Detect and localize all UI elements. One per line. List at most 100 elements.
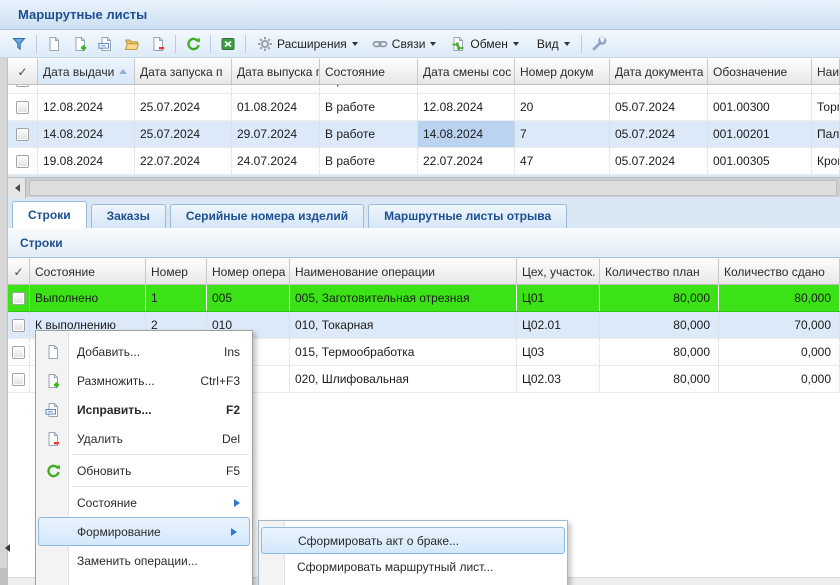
links-menu[interactable]: Связи <box>365 32 444 56</box>
cell: 80,000 <box>600 366 719 392</box>
column-header[interactable]: Номер <box>146 258 207 285</box>
row-checkbox-cell <box>8 366 30 392</box>
column-header[interactable]: Состояние <box>30 258 146 285</box>
row-checkbox-cell <box>8 312 30 338</box>
row-checkbox[interactable] <box>12 319 25 332</box>
cell: 05.07.2024 <box>610 148 708 174</box>
row-checkbox[interactable] <box>12 292 25 305</box>
view-menu[interactable]: Вид <box>526 32 577 56</box>
edit-doc-icon <box>36 402 70 418</box>
column-header-label: Дата запуска п <box>140 65 222 79</box>
duplicate-button[interactable] <box>67 32 93 56</box>
tab-заказы[interactable]: Заказы <box>91 204 166 228</box>
cell: 001.00305 <box>708 148 812 174</box>
scrollbar-thumb[interactable] <box>29 180 837 196</box>
toolbar-separator <box>36 35 37 53</box>
menu-replace-operations[interactable]: Заменить операции... <box>36 546 252 575</box>
cell: 29.07.2024 <box>232 121 320 147</box>
table-row[interactable]: 05.08.202423.07.202424.07.2024В работе05… <box>8 85 840 94</box>
main-toolbar: РасширенияСвязиОбменВид <box>0 30 840 58</box>
column-header[interactable]: Дата смены сос <box>418 58 515 85</box>
row-checkbox[interactable] <box>12 346 25 359</box>
menu-item-label: Исправить... <box>70 403 226 417</box>
column-header[interactable]: Дата выпуска п <box>232 58 320 85</box>
wrench-icon <box>591 36 607 52</box>
toolbar-separator <box>245 35 246 53</box>
gear-icon <box>257 36 273 52</box>
settings-button[interactable] <box>586 32 612 56</box>
open-button[interactable] <box>119 32 145 56</box>
row-checkbox[interactable] <box>16 101 29 114</box>
check-all-icon: ✓ <box>17 65 27 79</box>
row-checkbox[interactable] <box>16 128 29 141</box>
chevron-down-icon <box>430 42 436 49</box>
cell: Пале <box>812 121 840 147</box>
column-header-label: Дата смены сос <box>423 65 511 79</box>
column-header[interactable]: Количество план <box>600 258 719 285</box>
chevron-down-icon <box>352 42 358 49</box>
menu-refresh[interactable]: ОбновитьF5 <box>36 456 252 485</box>
column-header[interactable]: Обозначение <box>708 58 812 85</box>
excel-export-button[interactable] <box>215 32 241 56</box>
column-header[interactable]: Количество сдано <box>719 258 840 285</box>
column-header[interactable]: Дата документа <box>610 58 708 85</box>
column-header-label: Дата выпуска п <box>237 65 320 79</box>
column-header[interactable]: Дата запуска п <box>135 58 232 85</box>
scroll-left-button[interactable] <box>8 178 26 198</box>
row-checkbox[interactable] <box>16 155 29 168</box>
column-header-label: Обозначение <box>713 65 787 79</box>
cell: 9 <box>515 85 610 93</box>
menu-forming[interactable]: Формирование <box>38 517 250 546</box>
column-header[interactable]: Состояние <box>320 58 418 85</box>
column-header[interactable]: Дата выдачи <box>38 58 135 85</box>
column-header[interactable]: Номер опера <box>207 258 290 285</box>
refresh-button[interactable] <box>180 32 206 56</box>
delete-button[interactable] <box>145 32 171 56</box>
cell: 80,000 <box>600 285 719 311</box>
select-all-header[interactable]: ✓ <box>8 58 38 85</box>
menu-add[interactable]: Добавить...Ins <box>36 337 252 366</box>
edit-button[interactable] <box>93 32 119 56</box>
table-row[interactable]: 14.08.202425.07.202429.07.2024В работе14… <box>8 121 840 148</box>
add-button[interactable] <box>41 32 67 56</box>
cell: 24.07.2024 <box>232 85 320 93</box>
table-row[interactable]: Выполнено1005005, Заготовительная отрезн… <box>8 285 840 312</box>
row-checkbox[interactable] <box>16 85 29 87</box>
lines-table-header: ✓СостояниеНомерНомер опера Наименование о… <box>8 258 840 285</box>
submenu-form-defect-act[interactable]: Сформировать акт о браке... <box>261 527 565 554</box>
filter-button[interactable] <box>6 32 32 56</box>
scroll-left-arrow-icon <box>11 184 20 192</box>
horizontal-scrollbar[interactable] <box>8 177 840 197</box>
table-row[interactable]: 12.08.202425.07.202401.08.2024В работе12… <box>8 94 840 121</box>
cell: 24.07.2024 <box>232 148 320 174</box>
exchange-menu[interactable]: Обмен <box>443 32 526 56</box>
cell: Крон <box>812 148 840 174</box>
menu-state[interactable]: Состояние <box>36 488 252 517</box>
tab-label: Строки <box>28 208 71 222</box>
tab-серийные-номера-изделий[interactable]: Серийные номера изделий <box>170 204 364 228</box>
row-checkbox[interactable] <box>12 373 25 386</box>
select-all-header[interactable]: ✓ <box>8 258 30 285</box>
menu-delete[interactable]: УдалитьDel <box>36 424 252 453</box>
column-header[interactable]: Цех, участок. <box>517 258 600 285</box>
tab-маршрутные-листы-отрыва[interactable]: Маршрутные листы отрыва <box>368 204 567 228</box>
menu-edit[interactable]: Исправить...F2 <box>36 395 252 424</box>
delete-doc-icon <box>150 36 166 52</box>
column-header[interactable]: Наим <box>812 58 840 85</box>
left-panel-splitter[interactable] <box>0 58 8 585</box>
extensions-menu[interactable]: Расширения <box>250 32 365 56</box>
filter-icon <box>11 36 27 52</box>
delete-doc-icon <box>36 431 70 447</box>
column-header[interactable]: Номер докум <box>515 58 610 85</box>
refresh-icon <box>185 36 201 52</box>
submenu-form-route-sheet[interactable]: Сформировать маршрутный лист... <box>259 554 567 581</box>
cell: 05.07.2024 <box>610 85 708 93</box>
column-header-label: Наименование операции <box>295 265 435 279</box>
table-row[interactable]: 19.08.202422.07.202424.07.2024В работе22… <box>8 148 840 175</box>
tab-строки[interactable]: Строки <box>12 201 87 228</box>
cell: В работе <box>320 94 418 120</box>
column-header[interactable]: Наименование операции <box>290 258 517 285</box>
menu-duplicate[interactable]: Размножить...Ctrl+F3 <box>36 366 252 395</box>
lines-section-header: Строки <box>8 228 840 258</box>
cell: Ц01 <box>517 285 600 311</box>
